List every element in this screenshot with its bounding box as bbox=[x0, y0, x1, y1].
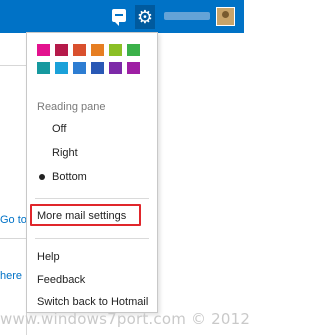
left-divider bbox=[0, 238, 26, 239]
settings-menu: Reading pane Off Right Bottom More mail … bbox=[26, 32, 158, 313]
selected-bullet-icon bbox=[39, 174, 45, 180]
theme-color-swatch[interactable] bbox=[36, 61, 51, 75]
go-to-link[interactable]: Go to bbox=[0, 214, 27, 226]
reading-pane-right[interactable]: Right bbox=[27, 142, 157, 164]
top-bar: ⚙ bbox=[0, 0, 244, 33]
theme-color-swatch[interactable] bbox=[72, 61, 87, 75]
reading-pane-heading: Reading pane bbox=[37, 101, 106, 113]
theme-color-swatch[interactable] bbox=[108, 43, 123, 57]
chat-icon[interactable] bbox=[112, 9, 126, 26]
annotation-highlight-box bbox=[30, 204, 141, 226]
reading-pane-bottom[interactable]: Bottom bbox=[27, 166, 157, 188]
theme-color-swatch[interactable] bbox=[126, 61, 141, 75]
option-label: Right bbox=[52, 147, 78, 159]
theme-color-swatch[interactable] bbox=[54, 43, 69, 57]
theme-color-swatch[interactable] bbox=[36, 43, 51, 57]
theme-color-swatch[interactable] bbox=[90, 61, 105, 75]
left-divider bbox=[0, 65, 26, 66]
right-panel bbox=[158, 33, 244, 335]
theme-color-swatch[interactable] bbox=[72, 43, 87, 57]
gear-icon[interactable]: ⚙ bbox=[135, 5, 155, 29]
menu-divider bbox=[35, 198, 149, 199]
menu-divider bbox=[35, 238, 149, 239]
theme-color-swatch[interactable] bbox=[126, 43, 141, 57]
avatar[interactable] bbox=[216, 7, 235, 26]
theme-color-swatch[interactable] bbox=[54, 61, 69, 75]
option-label: Off bbox=[52, 123, 67, 135]
option-label: Bottom bbox=[52, 171, 87, 183]
help-label: Help bbox=[37, 251, 60, 263]
feedback-label: Feedback bbox=[37, 274, 86, 286]
user-name[interactable] bbox=[164, 12, 210, 20]
reading-pane-off[interactable]: Off bbox=[27, 118, 157, 140]
theme-color-swatch[interactable] bbox=[90, 43, 105, 57]
left-panel: Go to here bbox=[0, 33, 27, 335]
theme-color-swatch[interactable] bbox=[108, 61, 123, 75]
feedback-item[interactable]: Feedback bbox=[27, 269, 157, 291]
here-link[interactable]: here bbox=[0, 270, 22, 282]
watermark-text: www.windows7port.com © 2012 bbox=[0, 310, 251, 328]
help-item[interactable]: Help bbox=[27, 246, 157, 268]
